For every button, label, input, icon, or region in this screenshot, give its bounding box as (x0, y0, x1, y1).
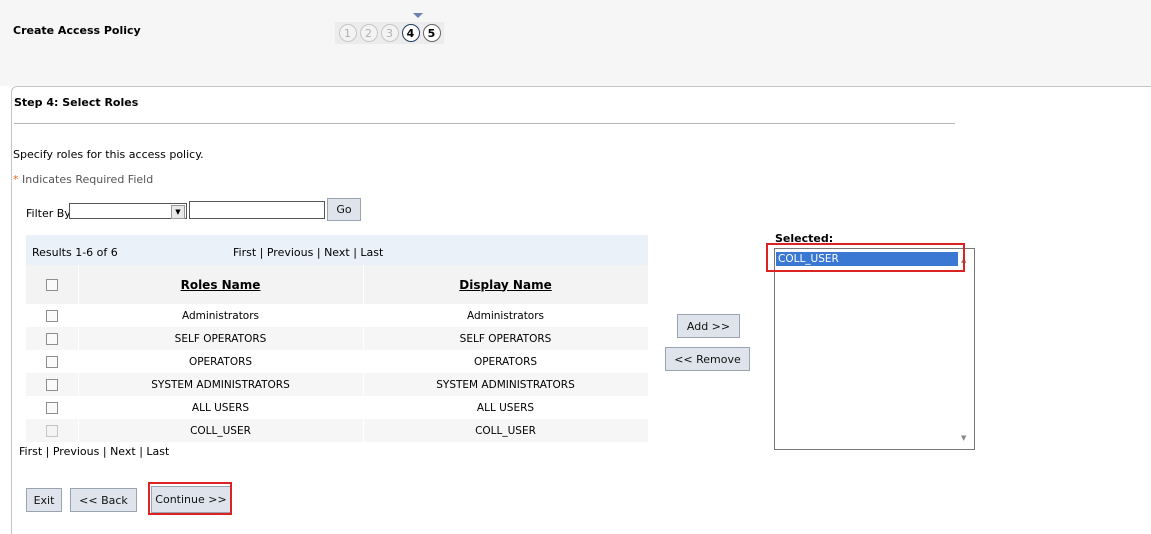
row-checkbox[interactable] (45, 332, 58, 345)
required-star: * (13, 173, 19, 186)
table-row: SELF OPERATORS SELF OPERATORS (26, 327, 649, 350)
role-name-cell: OPERATORS (78, 350, 364, 373)
highlight-continue-button (148, 482, 232, 515)
previous-link[interactable]: Previous (267, 246, 314, 259)
highlight-selected-item (766, 243, 965, 272)
first-link[interactable]: First (233, 246, 256, 259)
results-pagination: First | Previous | Next | Last (233, 246, 384, 259)
step-2[interactable]: 2 (359, 24, 378, 42)
table-row: SYSTEM ADMINISTRATORS SYSTEM ADMINISTRAT… (26, 373, 649, 396)
page-title: Create Access Policy (13, 24, 141, 37)
role-name-cell: ALL USERS (78, 396, 364, 419)
go-button[interactable]: Go (327, 198, 361, 221)
step-3[interactable]: 3 (380, 24, 399, 42)
bottom-pagination: First | Previous | Next | Last (19, 445, 170, 458)
chevron-down-icon[interactable]: ▼ (171, 205, 185, 219)
last-link[interactable]: Last (146, 445, 169, 458)
row-checkbox-cell (26, 350, 79, 373)
row-checkbox-cell (26, 373, 79, 396)
divider (14, 123, 955, 124)
display-name-cell: COLL_USER (363, 419, 649, 442)
remove-button[interactable]: << Remove (665, 347, 750, 371)
last-link[interactable]: Last (360, 246, 383, 259)
table-row: ALL USERS ALL USERS (26, 396, 649, 419)
row-checkbox[interactable] (45, 355, 58, 368)
current-step-marker (413, 13, 423, 18)
step-1[interactable]: 1 (338, 24, 357, 42)
selected-listbox[interactable] (774, 248, 975, 450)
role-name-cell: SYSTEM ADMINISTRATORS (78, 373, 364, 396)
first-link[interactable]: First (19, 445, 42, 458)
display-name-cell: OPERATORS (363, 350, 649, 373)
table-header-row: Roles Name Display Name (26, 265, 649, 304)
header-bar (0, 0, 1151, 86)
add-button[interactable]: Add >> (677, 314, 740, 338)
display-name-cell: SYSTEM ADMINISTRATORS (363, 373, 649, 396)
results-count: Results 1-6 of 6 (32, 246, 118, 259)
step-train: 1 2 3 4 5 (335, 22, 444, 44)
row-checkbox-cell (26, 327, 79, 350)
role-name-cell: Administrators (78, 304, 364, 327)
step-title: Step 4: Select Roles (14, 96, 139, 109)
filter-input[interactable] (189, 201, 325, 219)
row-checkbox[interactable] (45, 309, 58, 322)
row-checkbox-disabled (45, 424, 58, 437)
filter-label: Filter By (26, 207, 71, 220)
exit-button[interactable]: Exit (26, 488, 62, 512)
required-note-text: Indicates Required Field (22, 173, 154, 186)
filter-select[interactable]: ▼ (69, 203, 187, 219)
select-all-cell (26, 265, 79, 304)
next-link[interactable]: Next (110, 445, 136, 458)
role-name-cell: COLL_USER (78, 419, 364, 442)
table-row: Administrators Administrators (26, 304, 649, 327)
column-header-display-name[interactable]: Display Name (363, 265, 649, 304)
display-name-cell: ALL USERS (363, 396, 649, 419)
row-checkbox[interactable] (45, 401, 58, 414)
required-note: * Indicates Required Field (13, 173, 153, 186)
previous-link[interactable]: Previous (53, 445, 100, 458)
select-all-checkbox[interactable] (45, 279, 58, 291)
back-button[interactable]: << Back (70, 488, 137, 512)
row-checkbox[interactable] (45, 378, 58, 391)
step-5[interactable]: 5 (422, 24, 441, 42)
next-link[interactable]: Next (324, 246, 350, 259)
step-4: 4 (401, 24, 420, 42)
table-row: OPERATORS OPERATORS (26, 350, 649, 373)
table-row: COLL_USER COLL_USER (26, 419, 649, 442)
role-name-cell: SELF OPERATORS (78, 327, 364, 350)
display-name-cell: Administrators (363, 304, 649, 327)
display-name-cell: SELF OPERATORS (363, 327, 649, 350)
step-description: Specify roles for this access policy. (13, 148, 204, 161)
row-checkbox-cell (26, 304, 79, 327)
scroll-down-icon[interactable]: ▼ (961, 434, 966, 442)
column-header-roles-name[interactable]: Roles Name (78, 265, 364, 304)
row-checkbox-cell (26, 419, 79, 442)
roles-table: Roles Name Display Name Administrators A… (26, 265, 649, 442)
row-checkbox-cell (26, 396, 79, 419)
